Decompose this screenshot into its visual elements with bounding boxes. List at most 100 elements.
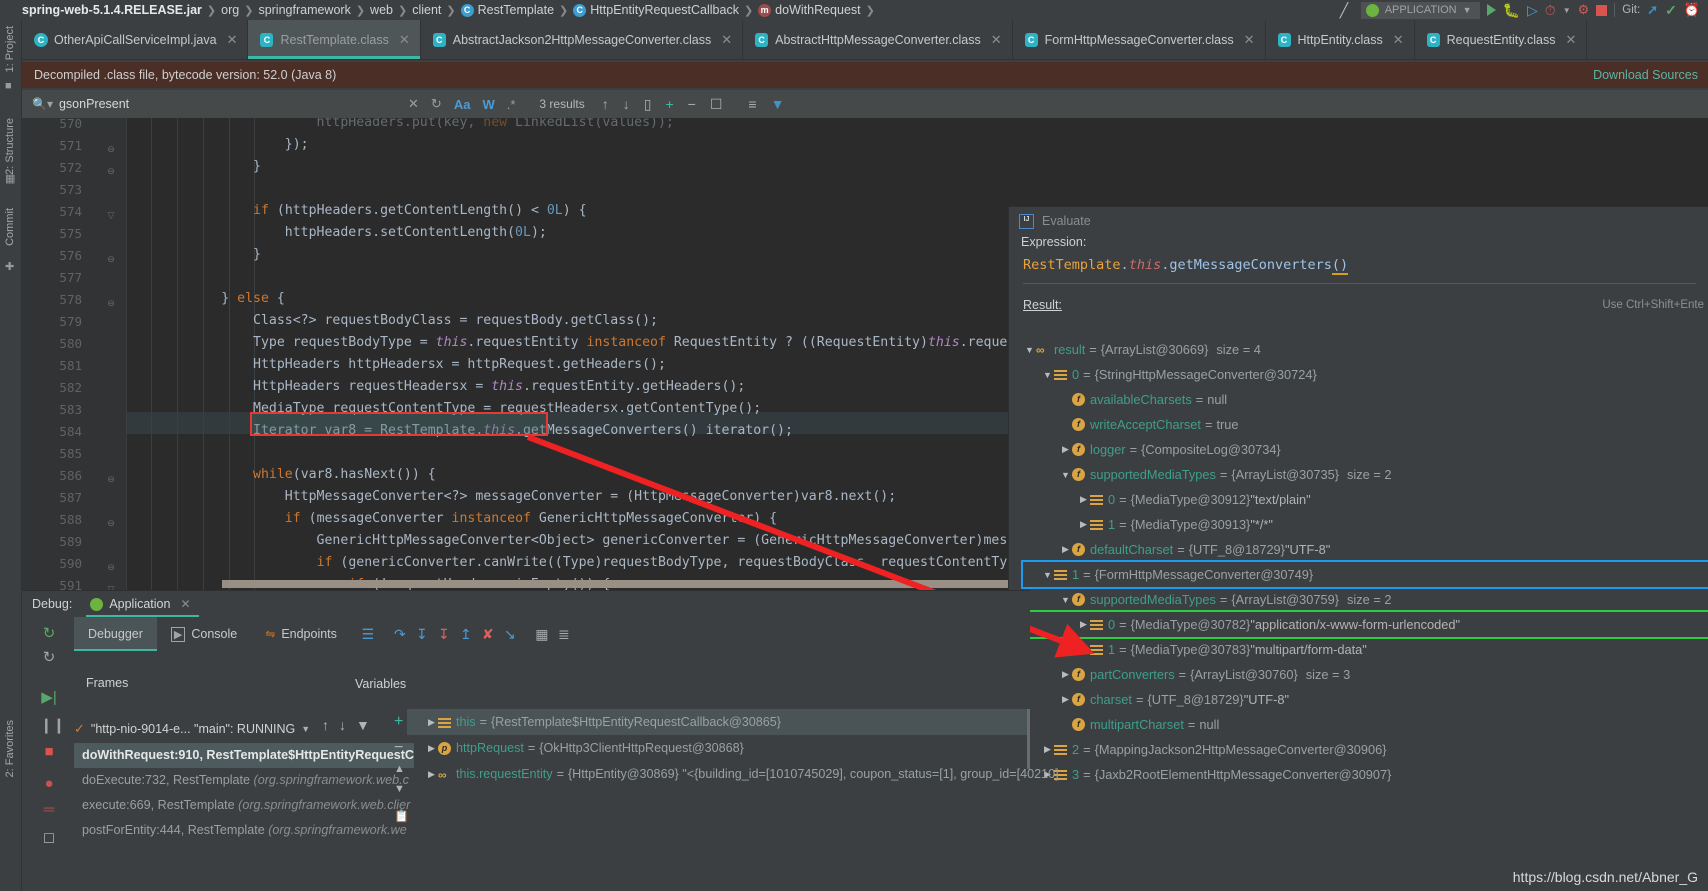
- result-tree-row[interactable]: ▶ 2 = {MappingJackson2HttpMessageConverter@…: [1023, 737, 1708, 762]
- toggle-filter-icon[interactable]: ☐: [703, 96, 730, 113]
- run-to-cursor-icon[interactable]: ✘: [477, 626, 499, 643]
- result-tree-row[interactable]: ▼ 0 = {StringHttpMessageConverter@30724}: [1023, 362, 1708, 387]
- tab-abstracthttpmessageconverter[interactable]: AbstractHttpMessageConverter.class ✕: [743, 20, 1013, 59]
- result-tree-row[interactable]: ▶ f charset = {UTF_8@18729} "UTF-8": [1023, 687, 1708, 712]
- chevron-down-icon[interactable]: ▼: [301, 724, 310, 734]
- search-input-wrapper[interactable]: 🔍▾ gsonPresent: [32, 97, 402, 111]
- fold-toggle-icon[interactable]: ⊖: [106, 144, 116, 154]
- result-tree-row[interactable]: f writeAcceptCharset = true: [1023, 412, 1708, 437]
- frame-row[interactable]: doWithRequest:910, RestTemplate$HttpEnti…: [74, 743, 414, 768]
- variable-row[interactable]: ▶ ∞ this.requestEntity = {HttpEntity@308…: [407, 761, 1059, 787]
- match-case-toggle[interactable]: Aa: [448, 97, 477, 112]
- pause-icon[interactable]: ❙❙: [40, 717, 65, 735]
- mute-breakpoints-icon[interactable]: ═: [40, 801, 58, 819]
- fold-toggle-icon[interactable]: ⊖: [106, 518, 116, 528]
- search-input[interactable]: gsonPresent: [59, 97, 129, 111]
- tab-otherapicallserviceimpl[interactable]: OtherApiCallServiceImpl.java ✕: [22, 20, 249, 59]
- close-icon[interactable]: ✕: [180, 597, 190, 611]
- frames-up-icon[interactable]: ↑: [322, 717, 329, 733]
- expand-icon[interactable]: ▶: [1077, 619, 1090, 630]
- step-over-icon[interactable]: ↷: [389, 626, 411, 643]
- debug-icon[interactable]: 🐛: [1503, 2, 1520, 19]
- code-line[interactable]: HttpMessageConverter<?> messageConverter…: [126, 486, 896, 508]
- variable-row[interactable]: ▶ this = {RestTemplate$HttpEntityRequest…: [407, 709, 1027, 735]
- debug-session-tab-application[interactable]: Application ✕: [86, 591, 199, 617]
- collapse-icon[interactable]: ▼: [1059, 470, 1072, 480]
- code-line[interactable]: }: [126, 244, 261, 266]
- close-icon[interactable]: ✕: [227, 32, 238, 48]
- breakpoints-icon[interactable]: ●: [40, 775, 58, 793]
- build-icon[interactable]: ╱: [1340, 3, 1354, 17]
- commit-icon[interactable]: ✓: [1665, 2, 1677, 19]
- whole-words-toggle[interactable]: W: [476, 97, 500, 112]
- regex-toggle[interactable]: .*: [501, 97, 522, 112]
- fold-toggle-icon[interactable]: ⊖: [106, 254, 116, 264]
- code-line[interactable]: Class<?> requestBodyClass = requestBody.…: [126, 310, 658, 332]
- next-match-icon[interactable]: ↓: [616, 96, 637, 112]
- code-line[interactable]: httpHeaders.put(key, new LinkedList(valu…: [126, 118, 674, 134]
- variables-list[interactable]: ▶ this = {RestTemplate$HttpEntityRequest…: [407, 709, 1059, 787]
- expression-input[interactable]: RestTemplate.this.getMessageConverters(): [1023, 255, 1696, 275]
- tab-endpoints[interactable]: ⇋ Endpoints: [251, 617, 351, 651]
- remove-filter-icon[interactable]: −: [681, 96, 703, 112]
- restart-icon[interactable]: ↻: [40, 649, 58, 667]
- fold-toggle-icon[interactable]: ⊖: [106, 474, 116, 484]
- frames-list[interactable]: doWithRequest:910, RestTemplate$HttpEnti…: [74, 743, 414, 843]
- filter-icon[interactable]: ▼: [764, 96, 792, 112]
- expand-icon[interactable]: ▶: [1059, 669, 1072, 680]
- collapse-icon[interactable]: ▼: [1059, 595, 1072, 605]
- tab-abstractjackson2httpmessageconverter[interactable]: AbstractJackson2HttpMessageConverter.cla…: [421, 20, 744, 59]
- expand-icon[interactable]: ▶: [425, 717, 438, 728]
- run-configuration-selector[interactable]: APPLICATION ▼: [1360, 1, 1480, 19]
- result-tree-row[interactable]: ▶ f partConverters = {ArrayList@30760} size =…: [1023, 662, 1708, 687]
- code-line[interactable]: HttpHeaders requestHeadersx = this.reque…: [126, 376, 745, 398]
- code-line[interactable]: while(var8.hasNext()) {: [126, 464, 436, 486]
- fold-toggle-icon[interactable]: ▽: [106, 210, 116, 220]
- breadcrumb-item-springframework[interactable]: springframework: [258, 3, 350, 17]
- expand-icon[interactable]: ▶: [425, 769, 438, 780]
- run-with-coverage-icon[interactable]: ▷: [1527, 2, 1538, 19]
- expand-icon[interactable]: ▶: [1059, 694, 1072, 705]
- step-out-icon[interactable]: ↥: [455, 626, 477, 643]
- debug-tool-window[interactable]: Debug: Application ✕ ↻ ↻ ▶| ❙❙ ■ ● ═ ◻ D…: [22, 590, 1059, 891]
- breadcrumb-item-resttemplate[interactable]: C RestTemplate: [460, 3, 554, 17]
- rerun-icon[interactable]: ↻: [40, 625, 58, 643]
- breadcrumb-item-jar[interactable]: spring-web-5.1.4.RELEASE.jar: [22, 3, 202, 17]
- result-tree-row[interactable]: ▶ 0 = {MediaType@30782} "application/x-www-…: [1021, 610, 1708, 639]
- drop-frame-icon[interactable]: ↘: [499, 626, 521, 643]
- expand-icon[interactable]: ▶: [1077, 644, 1090, 655]
- sidebar-item-favorites[interactable]: 2: Favorites: [4, 720, 16, 777]
- result-tree-row[interactable]: ▼ 1 = {FormHttpMessageConverter@30749}: [1021, 560, 1708, 589]
- expand-icon[interactable]: ▶: [1059, 544, 1072, 555]
- sidebar-item-commit[interactable]: Commit: [4, 208, 16, 246]
- code-line[interactable]: }: [126, 156, 261, 178]
- force-step-into-icon[interactable]: ↧: [433, 626, 455, 643]
- frames-down-icon[interactable]: ↓: [339, 717, 346, 733]
- code-line[interactable]: if (messageConverter instanceof GenericH…: [126, 508, 777, 530]
- frame-row[interactable]: doExecute:732, RestTemplate (org.springf…: [74, 768, 414, 793]
- result-tree-row[interactable]: ▶ 1 = {MediaType@30783} "multipart/form-dat…: [1023, 637, 1708, 662]
- result-tree[interactable]: ▼ ∞ result = {ArrayList@30669} size = 4 ▼ 0 = {St…: [1021, 337, 1708, 787]
- project-panel-icon[interactable]: ■: [5, 80, 12, 92]
- resume-icon[interactable]: ▶|: [40, 689, 58, 707]
- code-line[interactable]: if (genericConverter.canWrite((Type)requ…: [126, 552, 1055, 574]
- result-tree-row[interactable]: ▼ f supportedMediaTypes = {ArrayList@30735} s…: [1023, 462, 1708, 487]
- clear-search-icon[interactable]: ✕: [402, 96, 425, 112]
- add-filter-icon[interactable]: +: [658, 96, 680, 112]
- frames-filter-icon[interactable]: ▼: [356, 717, 370, 733]
- expand-icon[interactable]: ▶: [1077, 519, 1090, 530]
- run-icon[interactable]: [1486, 4, 1496, 16]
- collapse-icon[interactable]: ▼: [1041, 370, 1054, 380]
- download-sources-link[interactable]: Download Sources: [1593, 68, 1698, 82]
- profile-icon[interactable]: ⏱: [1545, 2, 1556, 19]
- result-tree-row[interactable]: ▶ 0 = {MediaType@30912} "text/plain": [1023, 487, 1708, 512]
- code-line[interactable]: } else {: [126, 288, 285, 310]
- commit-panel-icon[interactable]: ✚: [5, 260, 14, 273]
- collapse-icon[interactable]: ▼: [1023, 345, 1036, 355]
- code-line[interactable]: GenericHttpMessageConverter<Object> gene…: [126, 530, 1111, 552]
- close-icon[interactable]: ✕: [1244, 32, 1255, 48]
- expand-icon[interactable]: ▶: [1059, 444, 1072, 455]
- remove-watch-icon[interactable]: −: [394, 739, 403, 757]
- code-line[interactable]: Type requestBodyType = this.requestEntit…: [126, 332, 1111, 354]
- expand-icon[interactable]: ▶: [1077, 494, 1090, 505]
